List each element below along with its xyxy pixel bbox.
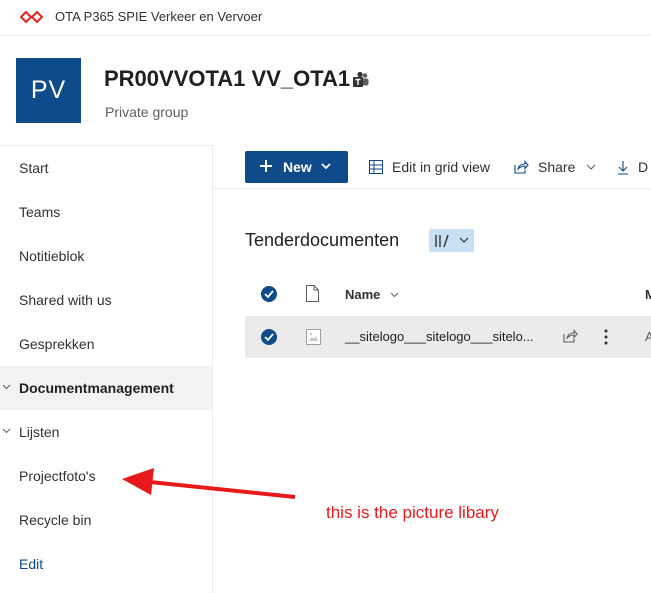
nav-item-label: Edit [19, 556, 44, 572]
more-options-icon[interactable] [604, 329, 608, 345]
list-column-headers: Name M [245, 272, 651, 316]
nav-item-label: Teams [19, 204, 61, 220]
nav-edit-link[interactable]: Edit [0, 542, 212, 586]
chevron-down-icon[interactable] [390, 292, 399, 298]
site-collection-title[interactable]: OTA P365 SPIE Verkeer en Vervoer [55, 9, 262, 24]
chevron-down-icon[interactable] [2, 382, 11, 391]
image-file-icon [306, 329, 321, 345]
share-button[interactable]: Share [514, 151, 596, 183]
library-title[interactable]: Tenderdocumenten [245, 230, 399, 251]
checkmark-icon [264, 290, 274, 298]
nav-item-label: Shared with us [19, 292, 112, 308]
new-button-label: New [283, 159, 312, 175]
share-label: Share [538, 159, 576, 175]
share-icon [514, 160, 529, 174]
edit-grid-label: Edit in grid view [392, 159, 491, 175]
left-navigation: Start Teams Notitieblok Shared with us G… [0, 145, 213, 593]
column-header-modified[interactable]: M [645, 287, 651, 302]
checkmark-icon [264, 333, 274, 341]
row-select-checkbox[interactable] [261, 329, 277, 345]
nav-item-label: Projectfoto's [19, 468, 96, 484]
nav-item-label: Start [19, 160, 49, 176]
chevron-down-icon [321, 163, 331, 170]
teams-icon[interactable] [352, 71, 370, 89]
file-type-icon [306, 285, 319, 302]
table-row[interactable]: __sitelogo___sitelogo___sitelo... A [245, 316, 651, 358]
site-logo-avatar[interactable]: PV [16, 58, 81, 123]
library-view-icon [435, 234, 449, 248]
annotation-text: this is the picture libary [326, 503, 499, 522]
nav-item-documentmanagement[interactable]: Documentmanagement [0, 366, 212, 410]
chevron-down-icon [586, 164, 596, 170]
column-header-name[interactable]: Name [345, 287, 380, 302]
nav-item-label: Lijsten [19, 424, 60, 440]
share-icon[interactable] [563, 329, 578, 343]
nav-item-recycle-bin[interactable]: Recycle bin [0, 498, 212, 542]
new-button[interactable]: New [245, 151, 348, 183]
nav-item-start[interactable]: Start [0, 146, 212, 190]
nav-item-notitieblok[interactable]: Notitieblok [0, 234, 212, 278]
spie-logo-icon[interactable] [20, 10, 44, 24]
group-privacy-label: Private group [105, 104, 189, 120]
nav-item-label: Documentmanagement [19, 380, 174, 396]
nav-item-lijsten[interactable]: Lijsten [0, 410, 212, 454]
site-title[interactable]: PR00VVOTA1 VV_OTA1 [104, 66, 350, 92]
nav-item-shared-with-us[interactable]: Shared with us [0, 278, 212, 322]
nav-item-label: Recycle bin [19, 512, 92, 528]
download-label: D [638, 159, 649, 175]
nav-item-label: Gesprekken [19, 336, 95, 352]
command-bar: New Edit in grid view Share D [213, 145, 651, 189]
chevron-down-icon[interactable] [2, 426, 11, 435]
top-suite-bar: OTA P365 SPIE Verkeer en Vervoer [0, 0, 651, 36]
nav-item-teams[interactable]: Teams [0, 190, 212, 234]
file-name-link[interactable]: __sitelogo___sitelogo___sitelo... [345, 329, 534, 344]
row-modified-value: A [645, 329, 651, 344]
plus-icon [260, 160, 272, 172]
grid-icon [369, 160, 383, 174]
select-all-checkbox[interactable] [261, 286, 277, 302]
nav-item-projectfotos[interactable]: Projectfoto's [0, 454, 212, 498]
download-button[interactable]: D [617, 151, 648, 183]
nav-item-gesprekken[interactable]: Gesprekken [0, 322, 212, 366]
edit-in-grid-view-button[interactable]: Edit in grid view [369, 151, 490, 183]
download-icon [618, 160, 628, 175]
nav-item-label: Notitieblok [19, 248, 85, 264]
view-switcher-button[interactable] [429, 229, 474, 252]
chevron-down-icon [459, 237, 469, 243]
